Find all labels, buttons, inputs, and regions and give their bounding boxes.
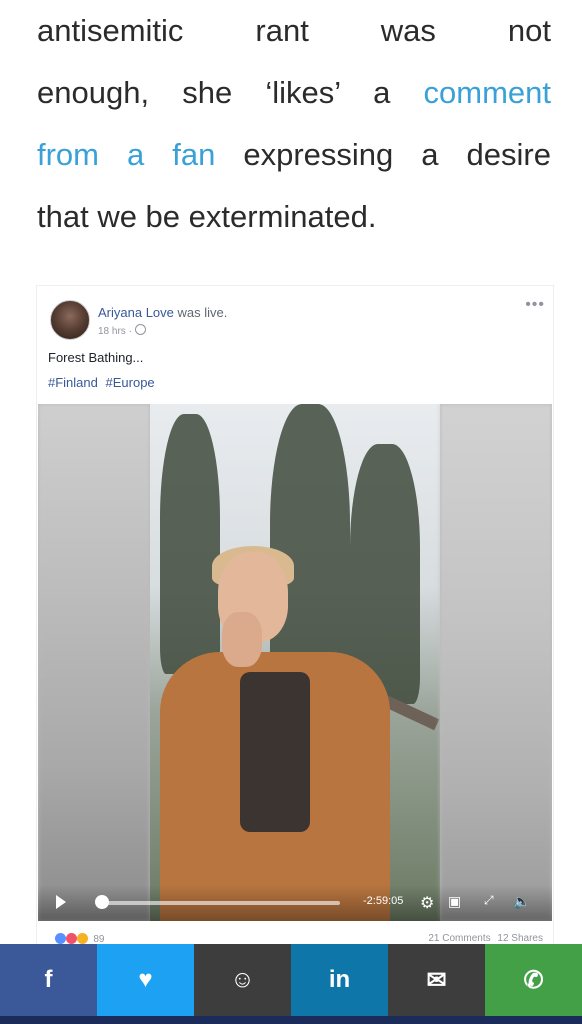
share-reddit-button[interactable]: ☺ [194, 944, 291, 1016]
post-hashtags: #Finland #Europe [48, 375, 159, 390]
picture-in-picture-icon[interactable]: ▣ [448, 893, 461, 910]
love-reaction-icon [65, 933, 77, 944]
progress-track[interactable] [100, 901, 340, 905]
reddit-icon: ☺ [230, 966, 255, 993]
share-linkedin-button[interactable]: in [291, 944, 388, 1016]
video-controls: -2:59:05 ⚙ ▣ ⤢ 🔈 [38, 885, 552, 921]
video-blur-left [38, 404, 150, 921]
author-name[interactable]: Ariyana Love [98, 305, 174, 320]
settings-icon[interactable]: ⚙ [420, 893, 434, 913]
linkedin-icon: in [328, 966, 351, 993]
article-text: antisemitic rant was not enough, she ‘li… [37, 0, 551, 248]
post-time: 18 hrs · [98, 324, 146, 337]
facebook-embed-post: Ariyana Love was live. 18 hrs · ••• Fore… [36, 285, 554, 947]
article-line-4: that we be exterminated. [37, 199, 377, 234]
article-line-2: enough, she ‘likes’ a comment [37, 62, 551, 124]
person-figure [160, 546, 390, 921]
globe-icon [134, 324, 146, 335]
shirt-shape [240, 672, 310, 832]
share-twitter-button[interactable]: ♥ [97, 944, 194, 1016]
haha-reaction-icon [76, 933, 88, 944]
video-blur-right [440, 404, 552, 921]
facebook-icon: f [44, 966, 53, 993]
post-time-text[interactable]: 18 hrs · [98, 326, 132, 337]
avatar[interactable] [50, 300, 90, 340]
comment-link[interactable]: comment [424, 75, 551, 110]
post-caption: Forest Bathing... [48, 350, 144, 365]
fullscreen-icon[interactable]: ⤢ [484, 893, 494, 908]
article-line-1: antisemitic rant was not [37, 13, 551, 48]
hand-shape [222, 612, 262, 667]
author-suffix: was live. [177, 305, 228, 320]
share-bar: f ♥ ☺ in ✉ ✆ [0, 944, 582, 1016]
share-facebook-button[interactable]: f [0, 944, 97, 1016]
share-whatsapp-button[interactable]: ✆ [485, 944, 582, 1016]
like-reaction-icon [55, 933, 66, 944]
share-email-button[interactable]: ✉ [388, 944, 485, 1016]
article-line-3: from a fan expressing a desire [37, 124, 551, 186]
article-line-3-suffix: expressing a desire [243, 137, 551, 172]
twitter-icon: ♥ [138, 966, 153, 993]
video-timecode: -2:59:05 [363, 895, 404, 907]
play-icon[interactable] [56, 895, 66, 909]
volume-icon[interactable]: 🔈 [513, 893, 530, 910]
post-author: Ariyana Love was live. [98, 305, 227, 320]
post-stats: 21 Comments 12 Shares [428, 933, 543, 944]
whatsapp-icon: ✆ [523, 966, 544, 994]
video-frame [150, 404, 440, 921]
hashtag-finland[interactable]: #Finland [48, 375, 98, 390]
comments-count[interactable]: 21 Comments [428, 933, 490, 944]
video-player[interactable]: -2:59:05 ⚙ ▣ ⤢ 🔈 [38, 404, 552, 921]
hashtag-europe[interactable]: #Europe [106, 375, 155, 390]
bottom-strip [0, 1016, 582, 1024]
progress-knob[interactable] [95, 895, 109, 909]
more-options-icon[interactable]: ••• [525, 296, 545, 314]
email-icon: ✉ [426, 966, 447, 994]
from-a-fan-link[interactable]: from a fan [37, 137, 215, 172]
article-line-2-prefix: enough, she ‘likes’ a [37, 75, 391, 110]
shares-count[interactable]: 12 Shares [497, 933, 543, 944]
